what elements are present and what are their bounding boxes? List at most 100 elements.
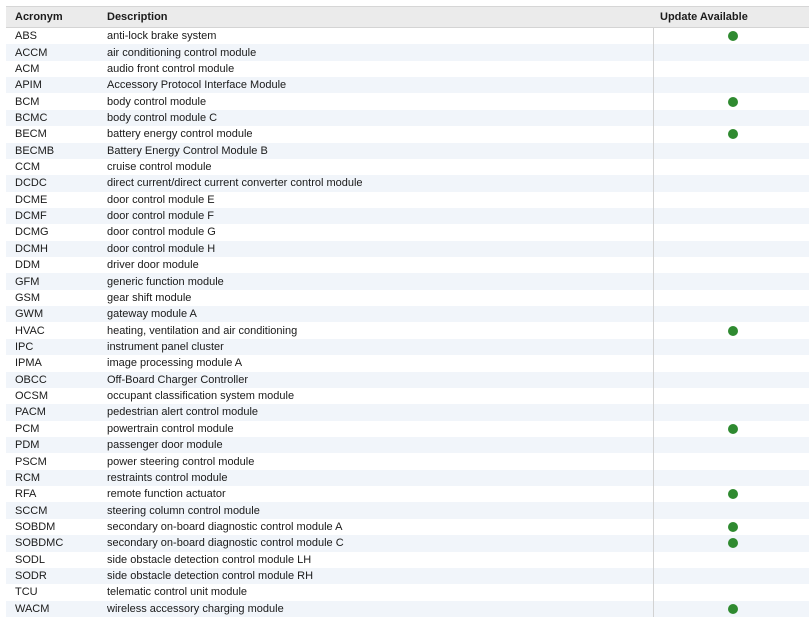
column-header-update-available[interactable]: Update Available (653, 7, 809, 27)
description-cell: powertrain control module (107, 422, 234, 435)
table-row[interactable]: DCMF door control module F (6, 207, 809, 225)
table-row[interactable]: SCCM steering column control module (6, 502, 809, 519)
table-row[interactable]: OBCC Off-Board Charger Controller (6, 371, 809, 388)
acronym-cell: BECM (15, 128, 47, 141)
table-row[interactable]: HVAC heating, ventilation and air conditi… (6, 322, 809, 339)
acronym-cell: BCM (15, 95, 40, 108)
update-available-dot-icon (728, 521, 738, 532)
acronym-cell: IPMA (15, 357, 42, 370)
table-row[interactable]: GFM generic function module (6, 273, 809, 290)
description-cell: generic function module (107, 275, 224, 288)
table-row[interactable]: IPC instrument panel cluster (6, 338, 809, 356)
acronym-cell: SODL (15, 553, 45, 566)
description-cell: image processing module A (107, 357, 243, 370)
table-row[interactable]: PCM powertrain control module (6, 420, 809, 437)
table-row[interactable]: SODL side obstacle detection control modu… (6, 551, 809, 568)
table-row[interactable]: ACM audio front control module (6, 60, 809, 78)
table-row[interactable]: PDM passenger door module (6, 436, 809, 454)
table-row[interactable]: APIM Accessory Protocol Interface Module (6, 77, 809, 94)
acronym-cell: SODR (15, 570, 47, 583)
table-row[interactable]: IPMA image processing module A (6, 355, 809, 372)
update-available-cell (653, 600, 809, 617)
column-header-acronym[interactable]: Acronym (6, 11, 98, 23)
table-row[interactable]: OCSM occupant classification system modul… (6, 387, 809, 405)
acronym-cell: SOBDM (15, 520, 56, 533)
description-cell: air conditioning control module (107, 46, 257, 59)
table-header: Acronym Description Update Available (6, 7, 809, 28)
acronym-cell: SOBDMC (15, 537, 64, 550)
update-available-cell (653, 175, 809, 192)
description-cell: side obstacle detection control module L… (107, 553, 312, 566)
table-row[interactable]: RCM restraints control module (6, 469, 809, 487)
table-row[interactable]: TCU telematic control unit module (6, 584, 809, 601)
update-available-cell (653, 567, 809, 585)
description-cell: body control module (107, 95, 207, 108)
acronym-cell: RFA (15, 488, 37, 501)
update-available-dot-icon (728, 31, 738, 42)
table-row[interactable]: GWM gateway module A (6, 306, 809, 323)
update-available-cell (653, 535, 809, 552)
table-row[interactable]: SODR side obstacle detection control modu… (6, 567, 809, 585)
table-row[interactable]: RFA remote function actuator (6, 486, 809, 503)
table-row[interactable]: GSM gear shift module (6, 289, 809, 307)
module-update-table: Acronym Description Update Available ABS… (6, 6, 809, 617)
description-cell: body control module C (107, 111, 218, 124)
table-row[interactable]: WACM wireless accessory charging module (6, 600, 809, 617)
table-row[interactable]: DCMH door control module H (6, 240, 809, 258)
update-available-dot-icon (728, 129, 738, 140)
table-body: ABS anti-lock brake system ACCM air conditi… (6, 28, 809, 617)
acronym-cell: BCMC (15, 111, 48, 124)
acronym-cell: DCMF (15, 210, 47, 223)
table-row[interactable]: ABS anti-lock brake system (6, 28, 809, 45)
acronym-cell: ACCM (15, 46, 48, 59)
update-available-dot-icon (728, 538, 738, 549)
table-row[interactable]: DDM driver door module (6, 257, 809, 274)
description-cell: Off-Board Charger Controller (107, 373, 249, 386)
update-available-cell (653, 502, 809, 519)
update-available-dot-icon (728, 325, 738, 336)
acronym-cell: CCM (15, 161, 41, 174)
update-available-cell (653, 191, 809, 208)
update-available-dot-icon (728, 423, 738, 434)
description-cell: cruise control module (107, 161, 212, 174)
update-available-cell (653, 453, 809, 470)
table-row[interactable]: SOBDM secondary on-board diagnostic contr… (6, 518, 809, 536)
update-available-cell (653, 240, 809, 258)
acronym-cell: RCM (15, 471, 41, 484)
update-available-cell (653, 44, 809, 61)
update-available-cell (653, 306, 809, 323)
description-cell: door control module E (107, 193, 215, 206)
description-cell: occupant classification system module (107, 390, 295, 403)
table-row[interactable]: DCDC direct current/direct current conver… (6, 175, 809, 192)
acronym-cell: ACM (15, 62, 40, 75)
description-cell: side obstacle detection control module R… (107, 570, 314, 583)
column-header-description[interactable]: Description (98, 11, 653, 23)
acronym-cell: DCMH (15, 242, 48, 255)
table-row[interactable]: BCMC body control module C (6, 109, 809, 127)
update-available-cell (653, 77, 809, 94)
acronym-cell: DCDC (15, 177, 47, 190)
table-row[interactable]: BCM body control module (6, 93, 809, 110)
table-row[interactable]: BECMB Battery Energy Control Module B (6, 142, 809, 159)
description-cell: secondary on-board diagnostic control mo… (107, 520, 343, 533)
table-row[interactable]: ACCM air conditioning control module (6, 44, 809, 61)
table-row[interactable]: SOBDMC secondary on-board diagnostic cont… (6, 535, 809, 552)
update-available-cell (653, 142, 809, 159)
table-row[interactable]: BECM battery energy control module (6, 126, 809, 143)
update-available-cell (653, 436, 809, 454)
acronym-cell: HVAC (15, 324, 45, 337)
acronym-cell: DDM (15, 259, 41, 272)
update-available-cell (653, 420, 809, 437)
table-row[interactable]: CCM cruise control module (6, 158, 809, 176)
update-available-cell (653, 486, 809, 503)
table-row[interactable]: PSCM power steering control module (6, 453, 809, 470)
update-available-dot-icon (728, 489, 738, 500)
description-cell: driver door module (107, 259, 199, 272)
table-row[interactable]: DCME door control module E (6, 191, 809, 208)
acronym-cell: DCMG (15, 226, 49, 239)
description-cell: instrument panel cluster (107, 341, 224, 353)
update-available-cell (653, 257, 809, 274)
table-row[interactable]: PACM pedestrian alert control module (6, 404, 809, 421)
update-available-cell (653, 371, 809, 388)
table-row[interactable]: DCMG door control module G (6, 224, 809, 241)
